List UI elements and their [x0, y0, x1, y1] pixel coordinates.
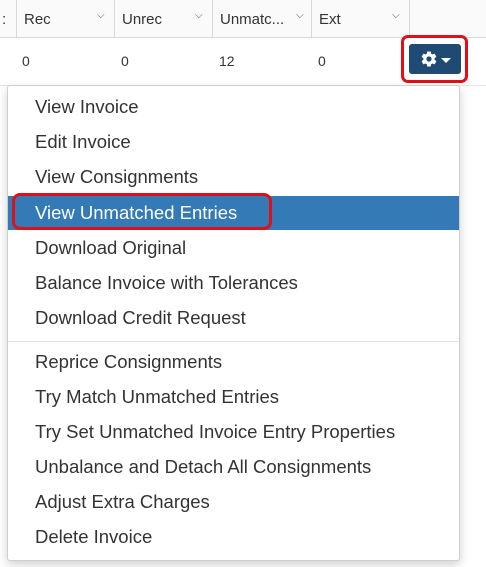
- cell-rec: 0: [22, 53, 30, 69]
- menu-item-reprice-consignments[interactable]: Reprice Consignments: [8, 345, 459, 379]
- column-header-cut[interactable]: :: [0, 0, 17, 37]
- menu-item-download-credit-request[interactable]: Download Credit Request: [8, 301, 459, 335]
- menu-item-highlight: [12, 193, 272, 230]
- menu-item-try-set-unmatched-properties[interactable]: Try Set Unmatched Invoice Entry Properti…: [8, 415, 459, 449]
- menu-item-label: Edit Invoice: [35, 131, 131, 152]
- menu-item-label: Unbalance and Detach All Consignments: [35, 456, 372, 477]
- menu-item-label: Download Original: [35, 237, 187, 258]
- menu-item-label: Adjust Extra Charges: [35, 491, 210, 512]
- menu-item-try-match-unmatched[interactable]: Try Match Unmatched Entries: [8, 380, 459, 414]
- chevron-down-icon[interactable]: [195, 10, 203, 21]
- menu-item-edit-invoice[interactable]: Edit Invoice: [8, 125, 459, 159]
- gear-icon: [421, 51, 436, 67]
- actions-gear-button[interactable]: [409, 44, 461, 74]
- column-header-label: Rec: [24, 11, 51, 28]
- menu-item-label: View Consignments: [35, 166, 199, 187]
- menu-item-label: Try Match Unmatched Entries: [35, 386, 280, 407]
- menu-item-download-original[interactable]: Download Original: [8, 231, 459, 265]
- chevron-down-icon[interactable]: [97, 10, 105, 21]
- menu-item-view-consignments[interactable]: View Consignments: [8, 160, 459, 194]
- column-header-unrec[interactable]: Unrec: [115, 0, 213, 37]
- column-header-rec[interactable]: Rec: [17, 0, 115, 37]
- column-header-label: Unmatc...: [220, 11, 285, 28]
- menu-item-label: Balance Invoice with Tolerances: [35, 272, 298, 293]
- menu-divider: [8, 341, 459, 342]
- column-header-label: Ext: [319, 11, 341, 28]
- cell-unmatched: 12: [219, 53, 235, 69]
- menu-item-view-invoice[interactable]: View Invoice: [8, 90, 459, 124]
- chevron-down-icon[interactable]: [392, 10, 400, 21]
- menu-item-label: View Invoice: [35, 96, 139, 117]
- menu-item-label: Delete Invoice: [35, 526, 153, 547]
- cell-unrec: 0: [121, 53, 129, 69]
- menu-item-label: Download Credit Request: [35, 307, 246, 328]
- column-header-label: Unrec: [122, 11, 163, 28]
- menu-item-unbalance-detach[interactable]: Unbalance and Detach All Consignments: [8, 450, 459, 484]
- column-header-unmatched[interactable]: Unmatc...: [213, 0, 312, 37]
- grid-header: : Rec Unrec Unmatc... Ext: [0, 0, 486, 38]
- caret-down-icon: [440, 57, 451, 63]
- actions-dropdown-menu: View Invoice Edit Invoice View Consignme…: [7, 85, 460, 561]
- menu-item-delete-invoice[interactable]: Delete Invoice: [8, 520, 459, 554]
- menu-item-balance-invoice[interactable]: Balance Invoice with Tolerances: [8, 266, 459, 300]
- cell-ext: 0: [318, 53, 326, 69]
- menu-item-label: Reprice Consignments: [35, 351, 223, 372]
- column-header-label: :: [2, 11, 7, 28]
- column-header-ext[interactable]: Ext: [312, 0, 410, 37]
- menu-item-label: Try Set Unmatched Invoice Entry Properti…: [35, 421, 396, 442]
- chevron-down-icon[interactable]: [296, 10, 304, 21]
- menu-item-adjust-extra-charges[interactable]: Adjust Extra Charges: [8, 485, 459, 519]
